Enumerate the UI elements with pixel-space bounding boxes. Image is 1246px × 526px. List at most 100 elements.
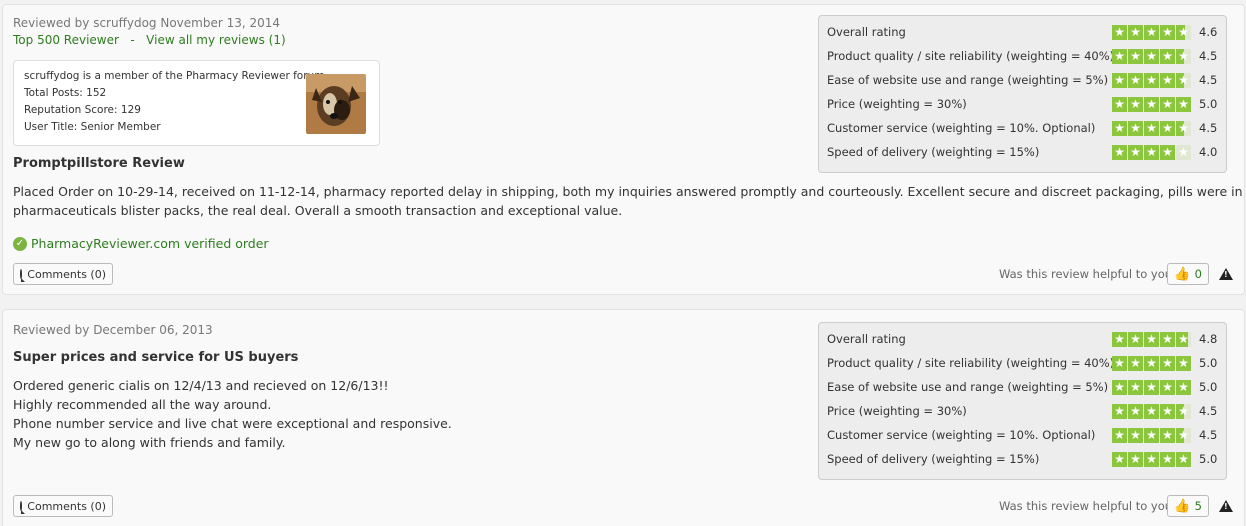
star-icon: ★ (1112, 452, 1127, 467)
warning-triangle-icon[interactable]: ! (1219, 500, 1233, 512)
rating-value: 4.5 (1199, 49, 1218, 63)
reputation-score: Reputation Score: 129 (24, 104, 141, 116)
star-icon: ★ (1160, 73, 1175, 88)
leaf-check-icon: ✓ (13, 236, 27, 251)
link-separator: - (130, 33, 135, 47)
rating-row: Speed of delivery (weighting = 15%) ★ ★ ★ ★ ★… (827, 452, 1219, 468)
star-rating: ★ ★ ★ ★ ★ (1112, 145, 1191, 160)
helpful-count: 0 (1194, 267, 1202, 281)
rating-row: Price (weighting = 30%) ★ ★ ★ ★ ★ 4.5 (827, 404, 1219, 420)
star-rating: ★ ★ ★ ★ ★ (1112, 404, 1191, 419)
star-icon: ★ (1160, 332, 1175, 347)
star-icon: ★ (1128, 356, 1143, 371)
star-icon: ★ (1112, 25, 1127, 40)
helpful-button[interactable]: 👍 5 (1167, 495, 1209, 517)
user-title: User Title: Senior Member (24, 121, 161, 133)
star-icon: ★ (1112, 380, 1127, 395)
star-rating: ★ ★ ★ ★ ★ (1112, 452, 1191, 467)
rating-row: Overall rating ★ ★ ★ ★ ★ 4.6 (827, 25, 1219, 41)
reviewer-name[interactable]: scruffydog (93, 16, 156, 30)
review-byline: Reviewed by December 06, 2013 (13, 323, 213, 337)
star-rating: ★ ★ ★ ★ ★ (1112, 25, 1191, 40)
star-icon: ★ (1160, 428, 1175, 443)
rating-value: 4.5 (1199, 73, 1218, 87)
rating-label: Customer service (weighting = 10%. Optio… (827, 121, 1096, 135)
rating-label: Product quality / site reliability (weig… (827, 49, 1115, 63)
comments-button[interactable]: Comments (0) (13, 263, 113, 285)
forum-member-suffix: is a member of the Pharmacy Reviewer for… (82, 70, 325, 82)
review-body-line: Phone number service and live chat were … (13, 416, 452, 431)
star-icon: ★ (1176, 25, 1191, 40)
star-icon: ★ (1176, 332, 1191, 347)
star-icon: ★ (1176, 428, 1191, 443)
helpful-question: Was this review helpful to you? (999, 499, 1179, 513)
review-title: Super prices and service for US buyers (13, 350, 299, 365)
star-icon: ★ (1160, 25, 1175, 40)
star-icon: ★ (1144, 145, 1159, 160)
star-icon: ★ (1128, 404, 1143, 419)
review-card: Reviewed by scruffydog November 13, 2014… (2, 4, 1246, 295)
review-card: Reviewed by December 06, 2013 Super pric… (2, 309, 1245, 526)
star-icon: ★ (1128, 380, 1143, 395)
star-icon: ★ (1128, 332, 1143, 347)
star-icon: ★ (1144, 380, 1159, 395)
helpful-question: Was this review helpful to you? (999, 267, 1179, 281)
rating-value: 4.6 (1199, 25, 1218, 39)
review-title: Promptpillstore Review (13, 156, 185, 171)
rating-row: Product quality / site reliability (weig… (827, 356, 1219, 372)
view-all-reviews-link[interactable]: View all my reviews (1) (146, 33, 285, 47)
star-icon: ★ (1112, 49, 1127, 64)
forum-member-name[interactable]: scruffydog (24, 70, 79, 82)
star-icon: ★ (1112, 73, 1127, 88)
rating-row: Price (weighting = 30%) ★ ★ ★ ★ ★ 5.0 (827, 97, 1219, 113)
star-icon: ★ (1144, 25, 1159, 40)
rating-row: Ease of website use and range (weighting… (827, 380, 1219, 396)
rating-value: 4.8 (1199, 332, 1218, 346)
speech-bubble-icon (20, 269, 26, 282)
star-icon: ★ (1128, 428, 1143, 443)
star-icon: ★ (1144, 428, 1159, 443)
rating-value: 5.0 (1199, 452, 1218, 466)
speech-bubble-icon (20, 501, 26, 514)
helpful-button[interactable]: 👍 0 (1167, 263, 1209, 285)
star-icon: ★ (1176, 404, 1191, 419)
rating-label: Price (weighting = 30%) (827, 404, 967, 418)
rating-value: 4.5 (1199, 404, 1218, 418)
review-date: December 06, 2013 (93, 323, 213, 337)
rating-row: Product quality / site reliability (weig… (827, 49, 1219, 65)
helpful-count: 5 (1194, 499, 1202, 513)
avatar[interactable] (306, 74, 366, 134)
warning-triangle-icon[interactable]: ! (1219, 268, 1233, 280)
star-icon: ★ (1176, 356, 1191, 371)
star-icon: ★ (1128, 73, 1143, 88)
star-icon: ★ (1128, 145, 1143, 160)
star-icon: ★ (1160, 97, 1175, 112)
comments-button[interactable]: Comments (0) (13, 495, 113, 517)
rating-label: Overall rating (827, 25, 906, 39)
verified-order: ✓ PharmacyReviewer.com verified order (13, 236, 269, 251)
ratings-panel: Overall rating ★ ★ ★ ★ ★ 4.6 Product quality / … (818, 15, 1227, 173)
star-icon: ★ (1144, 332, 1159, 347)
star-icon: ★ (1112, 332, 1127, 347)
rating-row: Speed of delivery (weighting = 15%) ★ ★ ★ ★ ★… (827, 145, 1219, 161)
star-rating: ★ ★ ★ ★ ★ (1112, 380, 1191, 395)
star-icon: ★ (1144, 97, 1159, 112)
star-icon: ★ (1144, 73, 1159, 88)
star-icon: ★ (1160, 380, 1175, 395)
top-reviewer-link[interactable]: Top 500 Reviewer (13, 33, 119, 47)
rating-value: 4.5 (1199, 121, 1218, 135)
rating-value: 5.0 (1199, 97, 1218, 111)
star-rating: ★ ★ ★ ★ ★ (1112, 332, 1191, 347)
rating-value: 4.5 (1199, 428, 1218, 442)
thumbs-up-icon: 👍 (1174, 266, 1191, 282)
review-body-line: Ordered generic cialis on 12/4/13 and re… (13, 378, 389, 393)
rating-value: 5.0 (1199, 356, 1218, 370)
star-icon: ★ (1144, 356, 1159, 371)
star-icon: ★ (1112, 356, 1127, 371)
review-body-line: Placed Order on 10-29-14, received on 11… (13, 184, 1246, 199)
review-body-line: pharmaceuticals blister packs, the real … (13, 203, 623, 218)
star-icon: ★ (1112, 97, 1127, 112)
star-icon: ★ (1144, 121, 1159, 136)
reviewed-by-label: Reviewed by (13, 16, 90, 30)
star-icon: ★ (1176, 97, 1191, 112)
